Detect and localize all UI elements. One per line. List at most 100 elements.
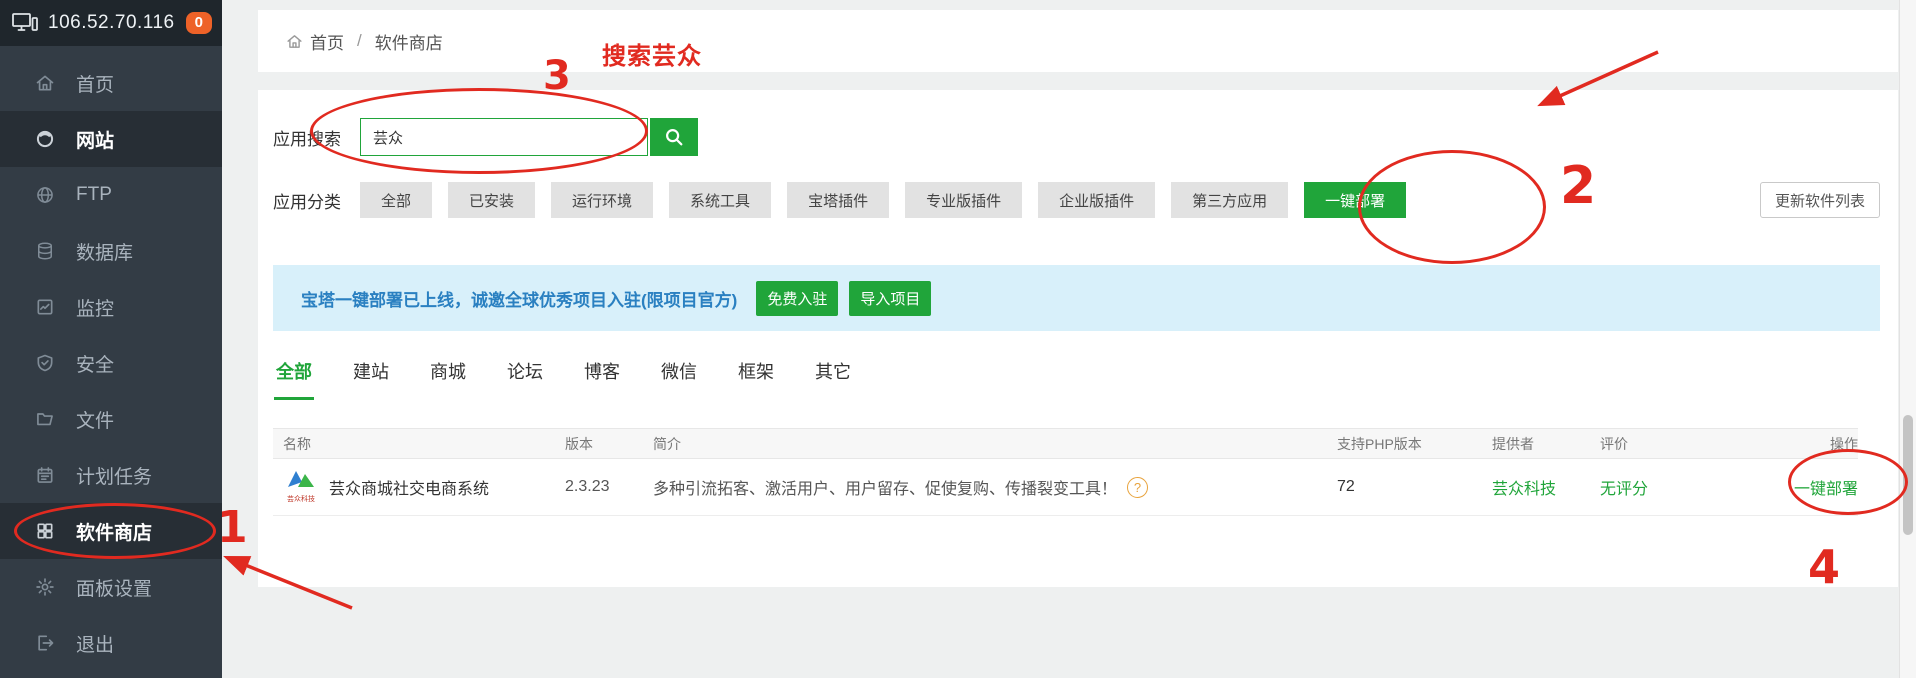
search-button[interactable]: [650, 118, 698, 156]
category-third-party[interactable]: 第三方应用: [1171, 182, 1289, 218]
app-search-label: 应用搜索: [273, 129, 341, 149]
yunzhong-logo-icon: [288, 471, 314, 487]
breadcrumb-current: 软件商店: [374, 33, 443, 53]
tab-mall[interactable]: 商城: [428, 348, 468, 400]
category-bt-plugins[interactable]: 宝塔插件: [787, 182, 890, 218]
sidebar-item-label: 计划任务: [76, 466, 153, 488]
appstore-grid-icon: [35, 521, 55, 541]
one-click-deploy-link[interactable]: 一键部署: [1778, 475, 1858, 499]
col-header-name: 名称: [283, 435, 311, 452]
col-header-php-version: 支持PHP版本: [1337, 435, 1422, 452]
category-list: 全部 已安装 运行环境 系统工具 宝塔插件 专业版插件 企业版插件 第三方应用 …: [360, 182, 1407, 218]
app-logo: 芸众科技: [283, 468, 319, 506]
database-icon: [35, 241, 55, 261]
calendar-icon: [35, 465, 55, 485]
app-provider-link[interactable]: 芸众科技: [1492, 475, 1600, 499]
category-installed[interactable]: 已安装: [448, 182, 536, 218]
sidebar-item-label: FTP: [76, 184, 112, 205]
sidebar-item-panel-settings[interactable]: 面板设置: [0, 559, 222, 615]
free-entry-button[interactable]: 免费入驻: [756, 280, 839, 316]
website-icon: [35, 129, 55, 149]
shield-check-icon: [35, 353, 55, 373]
col-header-description: 简介: [653, 435, 681, 452]
sidebar-item-label: 网站: [76, 130, 115, 152]
sidebar-item-label: 文件: [76, 410, 115, 432]
server-ip: 106.52.70.116: [48, 12, 175, 33]
breadcrumb-separator: /: [357, 31, 362, 50]
notification-badge[interactable]: 0: [185, 12, 212, 34]
sidebar-item-label: 数据库: [76, 242, 134, 264]
app-logo-caption: 芸众科技: [287, 496, 315, 503]
category-system-tools[interactable]: 系统工具: [669, 182, 772, 218]
category-one-click-deploy[interactable]: 一键部署: [1304, 182, 1407, 218]
gear-icon: [35, 577, 55, 597]
app-description: 多种引流拓客、激活用户、用户留存、促使复购、传播裂变工具！: [653, 481, 1118, 498]
deploy-promo-banner: 宝塔一键部署已上线，诚邀全球优秀项目入驻(限项目官方) 免费入驻 导入项目: [273, 265, 1880, 331]
sidebar-item-security[interactable]: 安全: [0, 335, 222, 391]
app-php-version: 72: [1337, 478, 1355, 495]
sidebar-item-label: 安全: [76, 354, 115, 376]
breadcrumb-home-icon: [286, 33, 303, 50]
app-version: 2.3.23: [565, 478, 610, 495]
sidebar: 106.52.70.116 0 首页 网站 FTP 数据库 监控 安全 文件 计…: [0, 0, 222, 678]
banner-text: 宝塔一键部署已上线，诚邀全球优秀项目入驻(限项目官方): [301, 290, 738, 310]
bt-panel-software-store-page: { "sidebar": { "server_ip": "106.52.70.1…: [0, 0, 1916, 678]
app-search-input[interactable]: [360, 118, 648, 156]
server-header: 106.52.70.116 0: [0, 0, 222, 46]
breadcrumb: 首页 / 软件商店: [258, 10, 1898, 72]
sidebar-item-files[interactable]: 文件: [0, 391, 222, 447]
category-pro-plugins[interactable]: 专业版插件: [905, 182, 1023, 218]
app-rating: 无评分: [1600, 481, 1649, 498]
update-software-list-button[interactable]: 更新软件列表: [1759, 182, 1880, 218]
sidebar-item-appstore[interactable]: 软件商店: [0, 503, 222, 559]
app-name: 芸众商城社交电商系统: [329, 481, 490, 498]
home-icon: [35, 73, 55, 93]
sidebar-item-database[interactable]: 数据库: [0, 223, 222, 279]
tab-site-building[interactable]: 建站: [351, 348, 391, 400]
folder-icon: [35, 409, 55, 429]
tab-all[interactable]: 全部: [274, 348, 314, 400]
ftp-icon: [35, 185, 55, 205]
help-icon[interactable]: ?: [1127, 476, 1149, 498]
table-header-row: 名称 版本 简介 支持PHP版本 提供者 评价 操作: [273, 428, 1858, 459]
app-category-label: 应用分类: [273, 192, 341, 212]
sidebar-menu: 首页 网站 FTP 数据库 监控 安全 文件 计划任务 软件商店 面板设置 退出: [0, 46, 222, 671]
software-table: 名称 版本 简介 支持PHP版本 提供者 评价 操作 芸众科技 芸众商城社交电商…: [273, 428, 1858, 516]
col-header-rating: 评价: [1600, 435, 1628, 452]
sidebar-item-ftp[interactable]: FTP: [0, 167, 222, 223]
import-project-button[interactable]: 导入项目: [849, 280, 932, 316]
sidebar-item-label: 监控: [76, 298, 115, 320]
tab-wechat[interactable]: 微信: [659, 348, 699, 400]
col-header-action: 操作: [1830, 435, 1858, 452]
scrollbar[interactable]: [1899, 0, 1916, 678]
deploy-type-tabs: 全部 建站 商城 论坛 博客 微信 框架 其它: [274, 348, 853, 400]
tab-other[interactable]: 其它: [813, 348, 853, 400]
sidebar-item-label: 面板设置: [76, 578, 153, 600]
search-icon: [663, 126, 685, 148]
category-runtime[interactable]: 运行环境: [551, 182, 654, 218]
tab-forum[interactable]: 论坛: [505, 348, 545, 400]
breadcrumb-home-link[interactable]: 首页: [310, 29, 344, 54]
sidebar-item-label: 首页: [76, 74, 115, 96]
sidebar-item-home[interactable]: 首页: [0, 55, 222, 111]
app-category-row: 应用分类 全部 已安装 运行环境 系统工具 宝塔插件 专业版插件 企业版插件 第…: [273, 182, 1880, 218]
table-row: 芸众科技 芸众商城社交电商系统 2.3.23 多种引流拓客、激活用户、用户留存、…: [273, 459, 1858, 516]
category-enterprise-plugins[interactable]: 企业版插件: [1038, 182, 1156, 218]
sidebar-item-monitor[interactable]: 监控: [0, 279, 222, 335]
scrollbar-thumb[interactable]: [1903, 415, 1913, 535]
server-monitor-icon: [12, 12, 38, 34]
monitor-icon: [35, 297, 55, 317]
category-all[interactable]: 全部: [360, 182, 433, 218]
software-store-panel: 应用搜索 应用分类 全部 已安装 运行环境 系统工具 宝塔插件 专业版插件 企业…: [258, 90, 1898, 587]
sidebar-item-label: 软件商店: [76, 522, 153, 544]
tab-blog[interactable]: 博客: [582, 348, 622, 400]
sidebar-item-label: 退出: [76, 634, 115, 656]
sidebar-item-logout[interactable]: 退出: [0, 615, 222, 671]
col-header-version: 版本: [565, 435, 593, 452]
sidebar-item-website[interactable]: 网站: [0, 111, 222, 167]
sidebar-item-cron[interactable]: 计划任务: [0, 447, 222, 503]
tab-framework[interactable]: 框架: [736, 348, 776, 400]
col-header-provider: 提供者: [1492, 435, 1534, 452]
app-search-row: 应用搜索: [273, 118, 698, 156]
logout-icon: [35, 633, 55, 653]
